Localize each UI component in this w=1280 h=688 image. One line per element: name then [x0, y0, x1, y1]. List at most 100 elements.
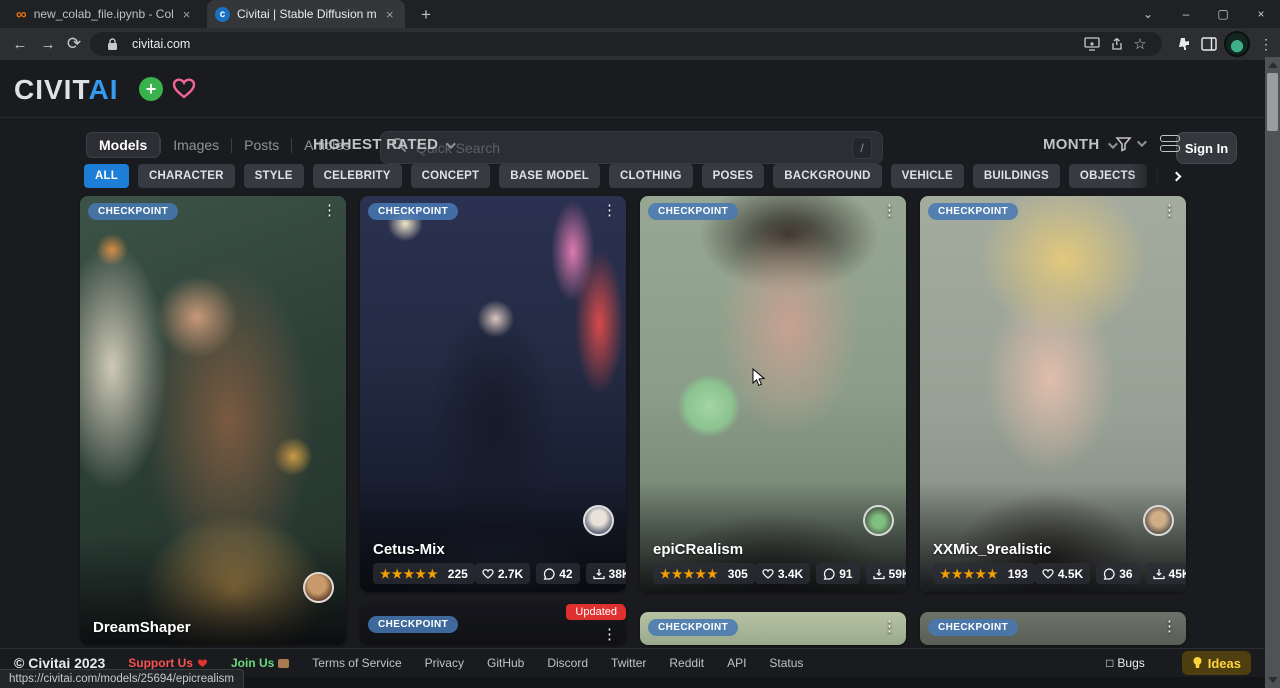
period-dropdown[interactable]: MONTH: [1043, 136, 1115, 153]
sort-dropdown[interactable]: HIGHEST RATED: [313, 136, 453, 153]
footer-link-twitter[interactable]: Twitter: [611, 656, 646, 670]
chip-celebrity[interactable]: CELEBRITY: [313, 164, 402, 188]
rating-count: 193: [1008, 567, 1028, 581]
footer-link-discord[interactable]: Discord: [547, 656, 588, 670]
model-card-partial[interactable]: CHECKPOINT ⋮: [640, 612, 906, 645]
creator-avatar[interactable]: [583, 505, 614, 536]
favorites-heart-icon[interactable]: [171, 76, 197, 105]
card-menu-icon[interactable]: ⋮: [882, 617, 897, 635]
bookmark-star-icon[interactable]: ☆: [1128, 35, 1152, 53]
rating-pill: ★★★★★305: [653, 563, 755, 584]
model-card-partial[interactable]: CHECKPOINT Updated ⋮: [360, 603, 626, 645]
rating-count: 225: [448, 567, 468, 581]
footer-link-terms[interactable]: Terms of Service: [312, 656, 401, 670]
scrollbar-thumb[interactable]: [1267, 73, 1278, 131]
layout-toggle-icon[interactable]: [1160, 135, 1180, 153]
filter-funnel-icon[interactable]: [1115, 135, 1144, 152]
sign-in-button[interactable]: Sign In: [1176, 132, 1237, 164]
scroll-down-icon[interactable]: [1268, 677, 1278, 683]
chip-character[interactable]: CHARACTER: [138, 164, 235, 188]
maximize-button[interactable]: ▢: [1206, 0, 1240, 28]
browser-menu-icon[interactable]: ⋮: [1253, 31, 1279, 57]
search-placeholder: Quick Search: [416, 140, 852, 156]
category-scroll-right-button[interactable]: [1130, 164, 1186, 188]
tab-models[interactable]: Models: [86, 132, 160, 158]
send-to-device-icon[interactable]: [1080, 37, 1104, 51]
tab-close-icon[interactable]: ×: [181, 7, 193, 22]
site-header: CIVITAI + Quick Search / Sign In: [0, 60, 1265, 118]
chip-background[interactable]: BACKGROUND: [773, 164, 881, 188]
category-bar: ALL CHARACTER STYLE CELEBRITY CONCEPT BA…: [84, 164, 1184, 188]
chip-concept[interactable]: CONCEPT: [411, 164, 491, 188]
ideas-button[interactable]: Ideas: [1182, 651, 1251, 675]
heart-icon: [1042, 568, 1054, 579]
page-scrollbar[interactable]: [1265, 57, 1280, 688]
address-bar[interactable]: civitai.com ☆: [90, 32, 1162, 56]
footer-link-github[interactable]: GitHub: [487, 656, 524, 670]
tab-images[interactable]: Images: [161, 133, 231, 157]
tab-title: new_colab_file.ipynb - Colaborat: [34, 7, 174, 21]
share-icon[interactable]: [1104, 37, 1128, 51]
bug-icon: □: [1106, 656, 1113, 670]
tab-posts[interactable]: Posts: [232, 133, 291, 157]
card-menu-icon[interactable]: ⋮: [602, 201, 617, 219]
profile-avatar[interactable]: [1224, 31, 1250, 57]
download-icon: [593, 568, 605, 580]
likes-pill: 4.5K: [1035, 563, 1090, 584]
civitai-logo[interactable]: CIVITAI: [14, 74, 118, 106]
chip-base-model[interactable]: BASE MODEL: [499, 164, 600, 188]
chip-vehicle[interactable]: VEHICLE: [891, 164, 964, 188]
create-plus-button[interactable]: +: [139, 77, 163, 101]
chip-all[interactable]: ALL: [84, 164, 129, 188]
colab-icon: ∞: [16, 7, 27, 22]
card-menu-icon[interactable]: ⋮: [602, 625, 617, 643]
tab-close-icon[interactable]: ×: [384, 7, 396, 22]
scroll-up-icon[interactable]: [1268, 62, 1278, 68]
model-type-badge: CHECKPOINT: [928, 619, 1018, 636]
chip-buildings[interactable]: BUILDINGS: [973, 164, 1060, 188]
creator-avatar[interactable]: [303, 572, 334, 603]
extensions-puzzle-icon[interactable]: [1170, 31, 1196, 57]
star-icons: ★★★★★: [380, 567, 439, 581]
new-tab-button[interactable]: +: [414, 3, 438, 27]
creator-avatar[interactable]: [863, 505, 894, 536]
footer-link-reddit[interactable]: Reddit: [669, 656, 704, 670]
minimize-button[interactable]: –: [1169, 0, 1203, 28]
support-us-link[interactable]: Support Us: [128, 656, 208, 670]
footer-link-status[interactable]: Status: [769, 656, 803, 670]
back-icon[interactable]: ←: [8, 32, 32, 56]
search-shortcut-badge: /: [852, 137, 872, 159]
download-icon: [1153, 568, 1165, 580]
search-input[interactable]: Quick Search /: [380, 131, 883, 164]
model-card-cetus-mix[interactable]: CHECKPOINT ⋮ Cetus-Mix ★★★★★225 2.7K 42 …: [360, 196, 626, 592]
tab-colab[interactable]: ∞ new_colab_file.ipynb - Colaborat ×: [8, 0, 204, 28]
reload-icon[interactable]: ⟳: [62, 32, 86, 56]
model-card-xxmix[interactable]: CHECKPOINT ⋮ XXMix_9realistic ★★★★★193 4…: [920, 196, 1186, 592]
side-panel-icon[interactable]: [1196, 31, 1222, 57]
model-card-epicrealism[interactable]: CHECKPOINT ⋮ epiCRealism ★★★★★305 3.4K 9…: [640, 196, 906, 592]
footer-link-privacy[interactable]: Privacy: [425, 656, 464, 670]
forward-icon[interactable]: →: [36, 32, 60, 56]
browser-tab-strip: ∞ new_colab_file.ipynb - Colaborat × c C…: [0, 0, 1280, 28]
tab-search-icon[interactable]: ⌄: [1131, 0, 1165, 28]
updated-badge: Updated: [566, 604, 626, 620]
tab-civitai[interactable]: c Civitai | Stable Diffusion models, ×: [207, 0, 405, 28]
model-title: DreamShaper: [93, 619, 191, 636]
model-card-dreamshaper[interactable]: CHECKPOINT ⋮ DreamShaper: [80, 196, 346, 645]
model-type-badge: CHECKPOINT: [88, 203, 178, 220]
creator-avatar[interactable]: [1143, 505, 1174, 536]
url-text: civitai.com: [132, 37, 1080, 51]
comments-pill: 36: [1096, 563, 1139, 584]
chip-clothing[interactable]: CLOTHING: [609, 164, 693, 188]
join-us-link[interactable]: Join Us: [231, 656, 289, 670]
model-card-partial[interactable]: CHECKPOINT ⋮: [920, 612, 1186, 645]
footer-link-api[interactable]: API: [727, 656, 746, 670]
bugs-link[interactable]: □Bugs: [1106, 656, 1145, 670]
card-menu-icon[interactable]: ⋮: [882, 201, 897, 219]
close-button[interactable]: ×: [1244, 0, 1278, 28]
card-menu-icon[interactable]: ⋮: [1162, 617, 1177, 635]
chip-poses[interactable]: POSES: [702, 164, 765, 188]
chip-style[interactable]: STYLE: [244, 164, 304, 188]
card-menu-icon[interactable]: ⋮: [322, 201, 337, 219]
card-menu-icon[interactable]: ⋮: [1162, 201, 1177, 219]
